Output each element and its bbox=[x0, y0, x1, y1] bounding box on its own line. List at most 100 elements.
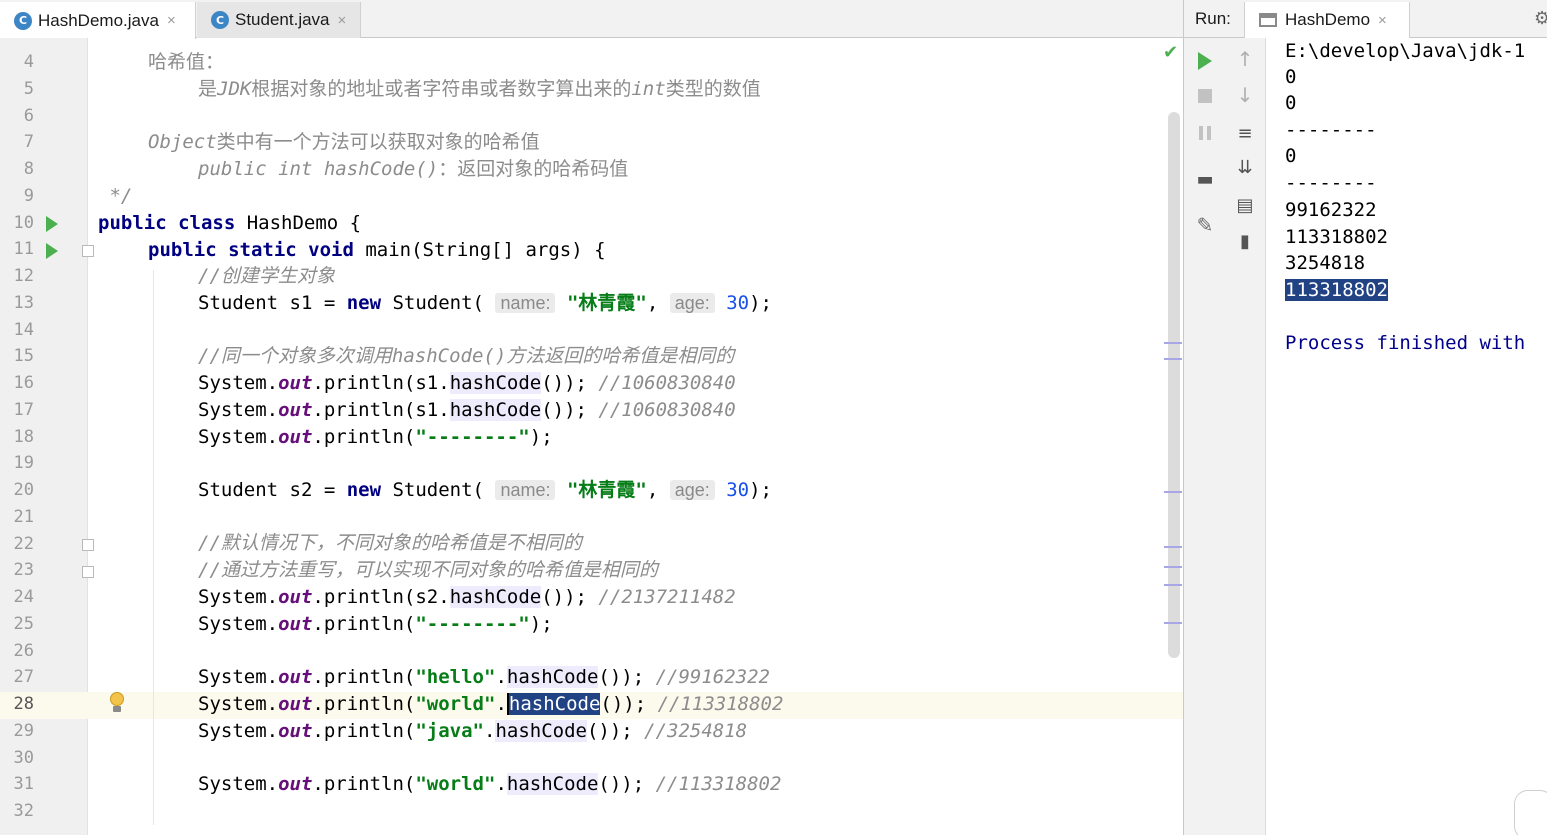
intention-bulb-icon[interactable] bbox=[109, 692, 125, 714]
down-arrow-icon[interactable]: ↓ bbox=[1234, 83, 1256, 107]
line-number[interactable]: 31 bbox=[0, 771, 34, 798]
code-line-9: */ bbox=[98, 185, 133, 207]
tab-run-hashdemo[interactable]: HashDemo × bbox=[1244, 2, 1410, 38]
close-icon[interactable]: × bbox=[338, 12, 347, 29]
console-line: -------- bbox=[1285, 172, 1377, 194]
run-tab-label: HashDemo bbox=[1285, 10, 1371, 29]
line-number[interactable]: 26 bbox=[0, 638, 34, 665]
console-line-selected: 113318802 bbox=[1285, 279, 1388, 301]
console-corner bbox=[1514, 790, 1547, 835]
code-line-15: //同一个对象多次调用hashCode()方法返回的哈希值是相同的 bbox=[198, 345, 735, 367]
line-number[interactable]: 7 bbox=[0, 129, 34, 156]
scroll-to-end-icon[interactable]: ⇊ bbox=[1234, 156, 1256, 178]
param-hint-name: name: bbox=[495, 480, 556, 500]
line-number[interactable]: 19 bbox=[0, 450, 34, 477]
line-number[interactable]: 14 bbox=[0, 317, 34, 344]
close-icon[interactable]: × bbox=[1378, 12, 1387, 29]
code-line-13: Student s1 = new Student( name: "林青霞", a… bbox=[198, 292, 772, 314]
tab-student-java[interactable]: C Student.java × bbox=[197, 2, 361, 38]
code-line-4: 哈希值： bbox=[148, 51, 225, 73]
trash-icon[interactable]: ▮ bbox=[1234, 230, 1256, 252]
code-line-17: System.out.println(s1.hashCode()); //106… bbox=[198, 399, 736, 421]
line-number[interactable]: 20 bbox=[0, 477, 34, 504]
console-line: 0 bbox=[1285, 92, 1297, 114]
line-number[interactable]: 21 bbox=[0, 504, 34, 531]
line-number[interactable]: 32 bbox=[0, 798, 34, 825]
error-stripe-mark[interactable] bbox=[1164, 584, 1182, 586]
line-number[interactable]: 17 bbox=[0, 397, 34, 424]
layout-icon[interactable]: ▬ bbox=[1194, 168, 1216, 190]
stop-icon[interactable] bbox=[1194, 85, 1216, 107]
line-number[interactable]: 25 bbox=[0, 611, 34, 638]
error-stripe-mark[interactable] bbox=[1164, 342, 1182, 344]
error-stripe-mark[interactable] bbox=[1164, 546, 1182, 548]
class-icon: C bbox=[14, 11, 32, 30]
class-icon: C bbox=[211, 11, 229, 29]
close-icon[interactable]: × bbox=[167, 12, 176, 29]
print-icon[interactable]: ▤ bbox=[1234, 194, 1256, 216]
line-number[interactable]: 6 bbox=[0, 103, 34, 130]
line-number[interactable]: 13 bbox=[0, 290, 34, 317]
run-header: Run: HashDemo × ⚙ bbox=[1184, 0, 1547, 38]
line-number[interactable]: 16 bbox=[0, 370, 34, 397]
line-number[interactable]: 4 bbox=[0, 49, 34, 76]
console-icon bbox=[1259, 13, 1277, 27]
code-line-16: System.out.println(s1.hashCode()); //106… bbox=[198, 372, 736, 394]
code-line-22: //默认情况下，不同对象的哈希值是不相同的 bbox=[198, 532, 582, 554]
pin-icon[interactable]: ✎ bbox=[1194, 213, 1216, 237]
line-number[interactable]: 5 bbox=[0, 76, 34, 103]
line-number[interactable]: 27 bbox=[0, 664, 34, 691]
tab-label: Student.java bbox=[235, 10, 330, 29]
line-number[interactable]: 24 bbox=[0, 584, 34, 611]
console-line: E:\develop\Java\jdk-1 bbox=[1285, 40, 1526, 62]
run-main-icon[interactable] bbox=[46, 243, 58, 259]
console-output[interactable]: E:\develop\Java\jdk-1 0 0 -------- 0 ---… bbox=[1266, 38, 1547, 835]
code-line-11: public static void main(String[] args) { bbox=[148, 239, 606, 261]
line-number[interactable]: 18 bbox=[0, 424, 34, 451]
console-line: 0 bbox=[1285, 145, 1297, 167]
fold-icon[interactable] bbox=[82, 245, 94, 257]
line-number[interactable]: 10 bbox=[0, 210, 34, 237]
editor-scrollbar[interactable] bbox=[1168, 112, 1180, 658]
line-number[interactable]: 30 bbox=[0, 745, 34, 772]
line-number[interactable]: 9 bbox=[0, 183, 34, 210]
error-stripe-mark[interactable] bbox=[1164, 358, 1182, 360]
up-arrow-icon[interactable]: ↑ bbox=[1234, 47, 1256, 71]
line-number[interactable]: 11 bbox=[0, 236, 34, 263]
pause-icon[interactable] bbox=[1194, 122, 1216, 144]
run-class-icon[interactable] bbox=[46, 216, 58, 232]
line-number[interactable]: 22 bbox=[0, 531, 34, 558]
fold-icon[interactable] bbox=[82, 566, 94, 578]
tab-hashdemo-java[interactable]: C HashDemo.java × bbox=[0, 2, 196, 39]
param-hint-age: age: bbox=[669, 480, 715, 500]
process-finished-line: Process finished with bbox=[1285, 332, 1526, 354]
console-line: 3254818 bbox=[1285, 252, 1366, 274]
param-hint-age: age: bbox=[669, 293, 715, 313]
selected-text: hashCode bbox=[506, 693, 601, 715]
code-line-8: public int hashCode()：返回对象的哈希码值 bbox=[198, 158, 629, 180]
code-line-12: //创建学生对象 bbox=[198, 265, 335, 287]
error-stripe-mark[interactable] bbox=[1164, 566, 1182, 568]
run-toolbar: ▬ ✎ ↑ ↓ ≡ ⇊ ▤ ▮ bbox=[1184, 38, 1266, 835]
line-number[interactable]: 29 bbox=[0, 718, 34, 745]
line-number[interactable]: 28 bbox=[0, 691, 34, 718]
line-number[interactable]: 15 bbox=[0, 343, 34, 370]
error-stripe-mark[interactable] bbox=[1164, 622, 1182, 624]
code-line-29: System.out.println("java".hashCode()); /… bbox=[198, 720, 748, 742]
console-line: 113318802 bbox=[1285, 226, 1388, 248]
code-line-28: System.out.println("world". hashCode()); … bbox=[198, 693, 784, 715]
soft-wrap-icon[interactable]: ≡ bbox=[1234, 122, 1256, 144]
code-line-7: Object类中有一个方法可以获取对象的哈希值 bbox=[148, 131, 540, 153]
error-stripe-mark[interactable] bbox=[1164, 491, 1182, 493]
rerun-icon[interactable] bbox=[1194, 50, 1216, 72]
line-number[interactable]: 23 bbox=[0, 557, 34, 584]
line-number[interactable]: 12 bbox=[0, 263, 34, 290]
param-hint-name: name: bbox=[495, 293, 556, 313]
inspection-ok-icon[interactable]: ✔ bbox=[1163, 42, 1178, 63]
code-line-24: System.out.println(s2.hashCode()); //213… bbox=[198, 586, 736, 608]
fold-icon[interactable] bbox=[82, 539, 94, 551]
line-number[interactable]: 8 bbox=[0, 156, 34, 183]
code-line-23: //通过方法重写，可以实现不同对象的哈希值是相同的 bbox=[198, 559, 658, 581]
console-line: -------- bbox=[1285, 119, 1377, 141]
gear-icon[interactable]: ⚙ bbox=[1534, 8, 1547, 29]
